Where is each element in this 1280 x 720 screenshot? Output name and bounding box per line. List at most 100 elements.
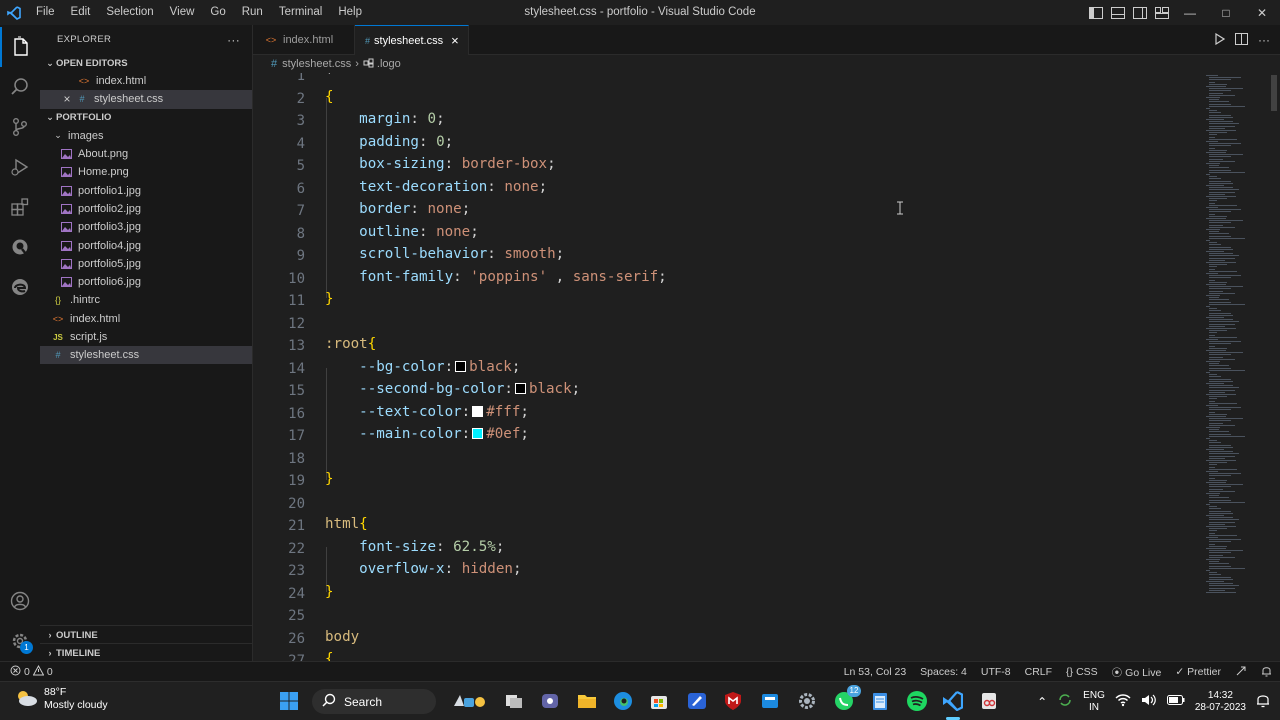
end-of-line[interactable]: CRLF xyxy=(1025,666,1052,678)
explorer-icon[interactable] xyxy=(0,27,40,67)
edge-browser-icon[interactable] xyxy=(611,689,635,713)
task-view-icon[interactable] xyxy=(502,689,526,713)
color-swatch-white[interactable] xyxy=(472,405,484,417)
battery-icon[interactable] xyxy=(1166,694,1185,709)
file-explorer-icon[interactable] xyxy=(575,689,599,713)
snipping-tool-icon[interactable] xyxy=(977,689,1001,713)
vscode-logo-icon[interactable] xyxy=(0,0,28,25)
list-item[interactable]: portfolio4.jpg xyxy=(40,236,252,254)
menu-terminal[interactable]: Terminal xyxy=(271,0,330,25)
file-script-js[interactable]: JS script.js xyxy=(40,328,252,346)
menu-help[interactable]: Help xyxy=(330,0,370,25)
input-language[interactable]: ENG IN xyxy=(1083,690,1105,714)
list-item[interactable]: portfolio3.jpg xyxy=(40,218,252,236)
toggle-panel-icon[interactable] xyxy=(1110,5,1126,21)
run-debug-icon[interactable] xyxy=(0,147,40,187)
breadcrumb-symbol[interactable]: .logo xyxy=(377,58,401,70)
run-file-icon[interactable] xyxy=(1213,32,1226,48)
tab-stylesheet-css[interactable]: # stylesheet.css × xyxy=(355,25,469,55)
menu-edit[interactable]: Edit xyxy=(63,0,99,25)
indentation[interactable]: Spaces: 4 xyxy=(920,666,967,678)
extensions-icon[interactable] xyxy=(0,187,40,227)
line-number: 5 xyxy=(296,158,305,174)
close-icon[interactable]: × xyxy=(60,92,74,106)
pen-app-icon[interactable] xyxy=(685,689,709,713)
wifi-icon[interactable] xyxy=(1115,693,1131,710)
minimap[interactable] xyxy=(1206,73,1266,661)
menu-go[interactable]: Go xyxy=(202,0,233,25)
spotify-icon[interactable] xyxy=(905,689,929,713)
scrollbar-thumb[interactable] xyxy=(1271,75,1277,111)
notification-center-icon[interactable] xyxy=(1256,692,1270,711)
problems-status[interactable]: 0 0 xyxy=(0,664,53,679)
outline-section[interactable]: › OUTLINE xyxy=(40,625,253,644)
menu-run[interactable]: Run xyxy=(234,0,271,25)
color-swatch-black[interactable] xyxy=(514,383,526,394)
notifications-bell-icon[interactable] xyxy=(1261,665,1272,680)
mcafee-icon[interactable] xyxy=(721,689,745,713)
portfolio-section[interactable]: ⌄ PORTFOLIO xyxy=(40,109,252,127)
copilot-widget-icon[interactable] xyxy=(444,689,492,713)
open-editor-stylesheet-css[interactable]: × # stylesheet.css xyxy=(40,90,252,109)
list-item[interactable]: portfolio5.jpg xyxy=(40,255,252,273)
source-control-icon[interactable] xyxy=(0,107,40,147)
settings-gear-icon[interactable] xyxy=(795,689,819,713)
language-mode[interactable]: {} CSS xyxy=(1066,666,1098,678)
notepad-icon[interactable] xyxy=(868,689,892,713)
more-actions-icon[interactable]: ··· xyxy=(1258,33,1270,47)
list-item[interactable]: Home.png xyxy=(40,163,252,181)
split-editor-icon[interactable] xyxy=(1235,32,1248,48)
color-swatch-cyan[interactable] xyxy=(472,428,484,439)
timeline-section[interactable]: › TIMELINE xyxy=(40,643,253,662)
file-hintrc[interactable]: {} .hintrc xyxy=(40,291,252,309)
open-editor-index-html[interactable]: <> index.html xyxy=(40,72,252,90)
edge-icon[interactable] xyxy=(0,267,40,307)
file-index-html[interactable]: <> index.html xyxy=(40,310,252,328)
volume-icon[interactable] xyxy=(1141,693,1157,710)
tab-close-icon[interactable]: × xyxy=(451,33,459,48)
breadcrumb-file[interactable]: stylesheet.css xyxy=(282,58,351,70)
go-live-button[interactable]: ⦿ Go Live xyxy=(1112,665,1162,680)
menu-selection[interactable]: Selection xyxy=(98,0,161,25)
remote-explorer-icon[interactable] xyxy=(0,227,40,267)
explorer-more-icon[interactable]: ··· xyxy=(227,33,240,47)
menu-file[interactable]: File xyxy=(28,0,63,25)
open-editors-section[interactable]: ⌄ OPEN EDITORS xyxy=(40,54,252,72)
clock[interactable]: 14:32 28-07-2023 xyxy=(1195,690,1246,714)
color-swatch-black[interactable] xyxy=(455,360,467,372)
list-item[interactable]: portfolio1.jpg xyxy=(40,181,252,199)
microsoft-store-icon[interactable] xyxy=(647,689,671,713)
menu-view[interactable]: View xyxy=(162,0,203,25)
folder-images[interactable]: ⌄ images xyxy=(40,127,252,145)
whatsapp-icon[interactable]: 12 xyxy=(832,685,861,713)
close-window-icon[interactable]: ✕ xyxy=(1244,0,1280,25)
minimize-icon[interactable]: — xyxy=(1172,0,1208,25)
vertical-scrollbar[interactable] xyxy=(1266,73,1280,661)
minimap-line xyxy=(1206,174,1210,175)
teams-chat-icon[interactable] xyxy=(538,689,562,713)
tab-index-html[interactable]: <> index.html xyxy=(253,25,355,55)
toggle-primary-sidebar-icon[interactable] xyxy=(1088,5,1104,21)
manage-gear-icon[interactable]: 1 xyxy=(0,621,40,661)
windows-start-icon[interactable] xyxy=(277,689,301,713)
weather-widget[interactable]: 88°F Mostly cloudy xyxy=(14,686,108,712)
file-stylesheet-css[interactable]: # stylesheet.css xyxy=(40,346,252,365)
list-item[interactable]: portfolio6.jpg xyxy=(40,273,252,291)
taskbar-search[interactable]: Search xyxy=(312,689,436,714)
maximize-icon[interactable]: □ xyxy=(1208,0,1244,25)
sync-icon[interactable] xyxy=(1057,692,1073,711)
encoding[interactable]: UTF-8 xyxy=(981,666,1011,678)
list-item[interactable]: portfolio2.jpg xyxy=(40,200,252,218)
tray-overflow-chevron-up-icon[interactable]: ⌃ xyxy=(1037,695,1047,709)
search-icon[interactable] xyxy=(0,67,40,107)
vscode-taskbar-icon[interactable] xyxy=(941,689,965,713)
customize-layout-icon[interactable] xyxy=(1154,5,1170,21)
code-editor[interactable]: 1 2 3 4 5 6 7 8 9 10 11 12 13 14 15 16 17 18 19 20 21 22 23 24 2… xyxy=(253,73,1280,661)
prettier-status[interactable]: ✓ Prettier xyxy=(1175,666,1221,678)
account-icon[interactable] xyxy=(0,581,40,621)
blue-app-icon[interactable] xyxy=(758,689,782,713)
list-item[interactable]: About.png xyxy=(40,145,252,163)
toggle-secondary-sidebar-icon[interactable] xyxy=(1132,5,1148,21)
cursor-position[interactable]: Ln 53, Col 23 xyxy=(844,666,906,678)
feedback-icon[interactable] xyxy=(1235,665,1247,680)
